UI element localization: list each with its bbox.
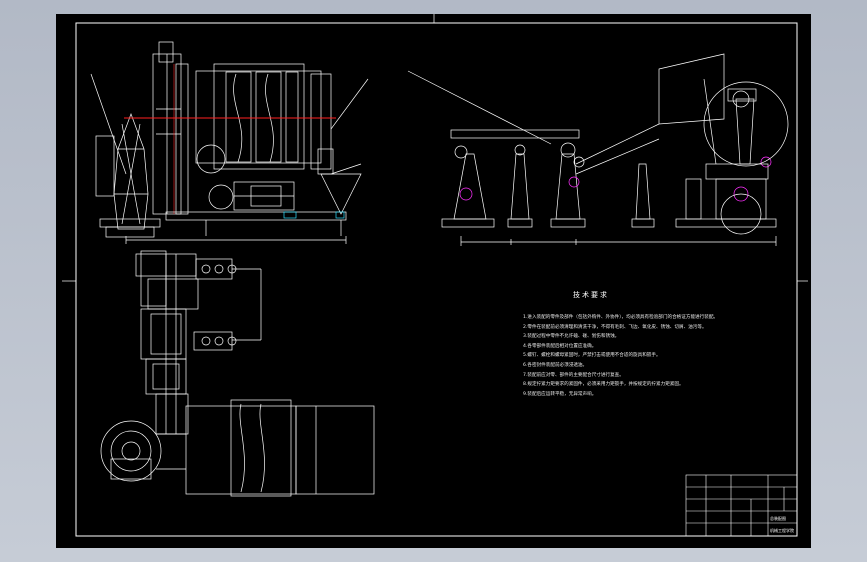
side-view (407, 53, 789, 246)
drawing-sheet: 技术要求 1.进入装配的零件及部件（包括外购件、外协件），均必须具有检验部门的合… (56, 14, 811, 548)
note-item: 1.进入装配的零件及部件（包括外购件、外协件），均必须具有检验部门的合格证方能进… (523, 315, 719, 320)
note-item: 9.装配后应运转平稳，无异常声响。 (523, 391, 597, 397)
school-name: 机械工程学院 (770, 528, 794, 533)
support-1 (453, 153, 487, 220)
pulley (196, 144, 226, 174)
title-block-lines (685, 474, 798, 537)
rotary-drum (195, 70, 322, 164)
leader-4 (407, 70, 552, 145)
note-item: 3.装配过程中零件不允许磕、碰、划伤和锈蚀。 (523, 334, 620, 340)
base-frame (165, 211, 347, 221)
cyclone-plan (100, 420, 162, 482)
support-4 (635, 163, 651, 220)
drum-plan (185, 405, 297, 495)
leader-3 (330, 163, 362, 175)
technical-notes: 1.进入装配的零件及部件（包括外购件、外协件），均必须具有检验部门的合格证方能进… (523, 313, 763, 399)
note-item: 6.各密封件装配前必须浸透油。 (523, 362, 588, 368)
leader-2 (330, 78, 369, 130)
incline-frame (658, 53, 725, 125)
cad-viewport[interactable]: 技术要求 1.进入装配的零件及部件（包括外购件、外协件），均必须具有检验部门的合… (0, 0, 867, 562)
note-item: 2.零件在装配前必须清理和清洗干净，不得有毛刺、飞边、氧化皮、锈蚀、切屑、油污等… (523, 324, 707, 330)
hopper (113, 112, 149, 230)
drawing-border (75, 22, 798, 537)
note-item: 7.装配前应对零、部件的主要配合尺寸进行复查。 (523, 372, 624, 378)
front-view (90, 41, 369, 244)
notes-title: 技术要求 (573, 291, 609, 299)
note-item: 4.各零部件装配后相对位置应准确。 (523, 343, 597, 349)
assembly-drawing (62, 14, 808, 537)
main-beam (450, 129, 580, 139)
drawing-name: 总装配图 (770, 516, 786, 521)
top-view (100, 250, 375, 497)
note-item: 8.规定拧紧力矩要求的紧固件，必须采用力矩扳手，并按规定的拧紧力矩紧固。 (523, 382, 684, 388)
note-item: 5.螺钉、螺栓和螺母紧固时，严禁打击或使用不合适的旋具和扳手。 (523, 353, 661, 359)
support-2 (510, 153, 530, 220)
